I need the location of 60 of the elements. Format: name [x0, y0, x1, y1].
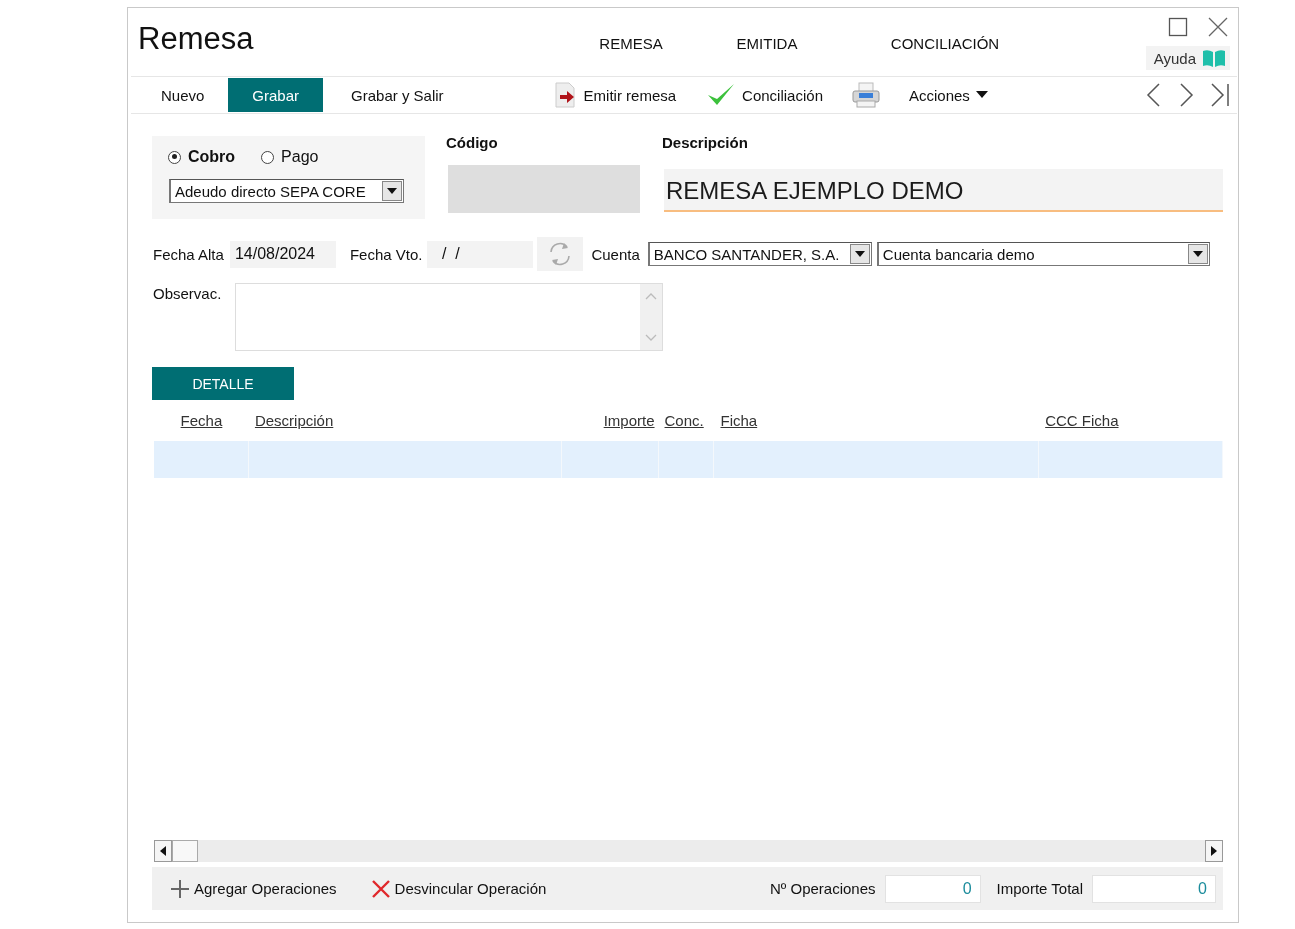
actions-menu-button[interactable]: Acciones	[908, 78, 988, 112]
field-label: Nº Operaciones	[770, 880, 876, 897]
header-tab[interactable]: EMITIDA	[691, 35, 843, 53]
radio-option[interactable]: Pago	[261, 148, 319, 166]
previous-icon[interactable]	[1145, 83, 1163, 107]
plus-icon	[170, 878, 190, 899]
field-label: Importe Total	[996, 880, 1083, 897]
column-header[interactable]: Importe	[603, 412, 655, 429]
detail-tab[interactable]: DETALLE	[152, 367, 294, 400]
description-field[interactable]: REMESA EJEMPLO DEMO	[664, 169, 1223, 212]
toolbar-button[interactable]: Grabar y Salir	[327, 78, 468, 112]
field-label: Cuenta	[591, 245, 640, 263]
field-label: Observac.	[153, 284, 223, 304]
column-header[interactable]: Ficha	[720, 412, 758, 429]
maximize-icon[interactable]	[1168, 17, 1188, 37]
unlink-operation-button[interactable]: Desvincular Operación	[370, 878, 547, 899]
emit-button[interactable]: Emitir remesa	[551, 78, 677, 112]
cross-icon	[370, 878, 391, 899]
last-icon[interactable]	[1209, 83, 1231, 107]
caret-down-icon	[1192, 251, 1203, 257]
field-label: Fecha Vto.	[349, 245, 423, 263]
column-header[interactable]: Conc.	[664, 412, 704, 429]
reconcile-button[interactable]: Conciliación	[706, 78, 823, 112]
header-tab[interactable]: REMESA	[571, 35, 691, 53]
scroll-left-icon[interactable]	[154, 840, 172, 862]
type-select[interactable]: Adeudo directo SEPA CORE	[169, 179, 404, 203]
field-label: Código	[446, 134, 499, 153]
column-header[interactable]: Fecha	[180, 412, 223, 429]
date-field[interactable]: / /	[427, 240, 534, 268]
book-icon	[1202, 49, 1226, 67]
column-header[interactable]: Descripción	[254, 412, 334, 429]
add-operations-button[interactable]: Agregar Operaciones	[170, 878, 337, 899]
scrollbar-thumb[interactable]	[172, 840, 198, 862]
window-title: Remesa	[137, 20, 255, 58]
bank-select[interactable]: BANCO SANTANDER, S.A.	[647, 242, 872, 266]
help-button[interactable]: Ayuda	[1145, 46, 1230, 70]
account-select[interactable]: Cuenta bancaria demo	[876, 242, 1210, 266]
field-label: Descripción	[662, 134, 749, 153]
total-amount-field[interactable]: 0	[1092, 874, 1216, 903]
code-field[interactable]	[448, 165, 640, 213]
caret-down-icon	[387, 188, 397, 194]
operations-count-field[interactable]: 0	[884, 874, 981, 903]
notes-field[interactable]	[235, 283, 663, 351]
refresh-button[interactable]	[537, 237, 584, 271]
next-icon[interactable]	[1177, 83, 1195, 107]
radio-icon[interactable]	[261, 150, 275, 164]
horizontal-scrollbar[interactable]	[154, 840, 1223, 862]
toolbar-button[interactable]: Grabar	[228, 78, 324, 112]
header-tab[interactable]: CONCILIACIÓN	[843, 35, 1047, 53]
radio-icon[interactable]	[168, 150, 181, 164]
close-icon[interactable]	[1208, 17, 1228, 37]
date-field[interactable]: 14/08/2024	[229, 240, 336, 268]
column-header[interactable]: CCC Ficha	[1045, 412, 1119, 429]
field-label: Fecha Alta	[153, 245, 224, 263]
radio-option[interactable]: Cobro	[168, 148, 236, 166]
caret-down-icon	[975, 91, 988, 99]
caret-down-icon	[854, 251, 865, 257]
toolbar-button[interactable]: Nuevo	[141, 78, 225, 112]
printer-icon	[850, 81, 881, 109]
scroll-right-icon[interactable]	[1205, 840, 1223, 862]
